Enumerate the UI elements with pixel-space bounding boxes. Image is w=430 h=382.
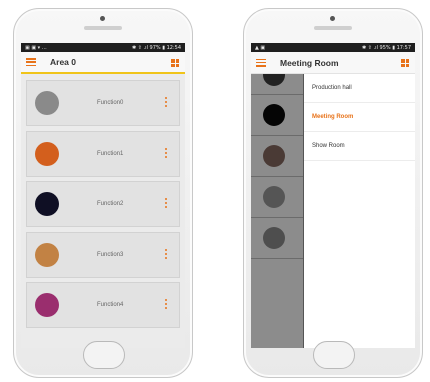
speaker-grille — [314, 26, 352, 30]
more-options-icon[interactable] — [165, 248, 167, 259]
speaker-grille — [84, 26, 122, 30]
function-card[interactable]: Function4 — [26, 282, 180, 328]
function-color-dot — [263, 227, 285, 249]
function-color-dot — [35, 141, 59, 166]
screen-right: ▲ ▣ ✱ ⇪ .ıl 95% ▮ 17:57 Meeting Room Pro… — [251, 43, 415, 348]
function-card[interactable]: Function1 — [26, 130, 180, 177]
drawer-item-show-room[interactable]: Show Room — [304, 132, 415, 161]
function-color-dot — [35, 293, 59, 317]
function-card[interactable]: Function0 — [26, 80, 180, 126]
strip-cell — [251, 136, 303, 177]
function-list: Function0 Function1 Function2 Function3 — [21, 74, 185, 328]
phone-left: ▣ ▣ ▾ … ✱ ⇪ .ıl 97% ▮ 12:54 Area 0 Funct… — [13, 8, 193, 378]
menu-icon[interactable] — [26, 58, 36, 66]
app-bar: Meeting Room — [251, 52, 415, 74]
function-label: Function3 — [97, 251, 124, 258]
function-color-dot — [35, 91, 59, 115]
status-bar: ▣ ▣ ▾ … ✱ ⇪ .ıl 97% ▮ 12:54 — [21, 43, 185, 52]
function-card[interactable]: Function3 — [26, 231, 180, 278]
drawer-item-production-hall[interactable]: Production hall — [304, 74, 415, 103]
strip-cell — [251, 177, 303, 218]
more-options-icon[interactable] — [165, 147, 167, 158]
function-label: Function1 — [97, 150, 124, 157]
more-options-icon[interactable] — [165, 198, 167, 208]
home-button[interactable] — [313, 341, 355, 369]
function-label: Function4 — [97, 302, 124, 308]
drawer-item-meeting-room[interactable]: Meeting Room — [304, 103, 415, 132]
function-color-dot — [35, 192, 59, 216]
function-label: Function2 — [97, 201, 124, 207]
screen-left: ▣ ▣ ▾ … ✱ ⇪ .ıl 97% ▮ 12:54 Area 0 Funct… — [21, 43, 185, 348]
front-camera — [330, 16, 335, 21]
status-left: ▣ ▣ ▾ … — [25, 44, 47, 51]
strip-cell — [251, 74, 303, 95]
room-drawer: Production hall Meeting Room Show Room — [304, 74, 415, 348]
strip-cell — [251, 95, 303, 136]
app-bar: Area 0 — [21, 52, 185, 74]
home-button[interactable] — [83, 341, 125, 369]
function-label: Function0 — [97, 100, 124, 106]
function-card[interactable]: Function2 — [26, 181, 180, 227]
phone-right: ▲ ▣ ✱ ⇪ .ıl 95% ▮ 17:57 Meeting Room Pro… — [243, 8, 423, 378]
grid-view-icon[interactable] — [171, 59, 179, 67]
more-options-icon[interactable] — [165, 299, 167, 309]
function-color-dot — [263, 186, 285, 208]
front-camera — [100, 16, 105, 21]
status-left: ▲ ▣ — [255, 44, 266, 51]
function-color-dot — [263, 145, 285, 167]
menu-icon[interactable] — [256, 58, 266, 67]
function-color-dot — [35, 242, 59, 267]
status-bar: ▲ ▣ ✱ ⇪ .ıl 95% ▮ 17:57 — [251, 43, 415, 52]
strip-cell — [251, 218, 303, 259]
status-right: ✱ ⇪ .ıl 95% ▮ 17:57 — [362, 44, 411, 51]
page-title: Area 0 — [50, 57, 76, 67]
dimmed-function-strip — [251, 74, 304, 348]
function-color-dot — [263, 104, 285, 126]
grid-view-icon[interactable] — [401, 59, 409, 67]
function-color-dot — [263, 74, 285, 86]
more-options-icon[interactable] — [165, 97, 167, 107]
status-right: ✱ ⇪ .ıl 97% ▮ 12:54 — [132, 44, 181, 51]
page-title: Meeting Room — [280, 57, 339, 68]
